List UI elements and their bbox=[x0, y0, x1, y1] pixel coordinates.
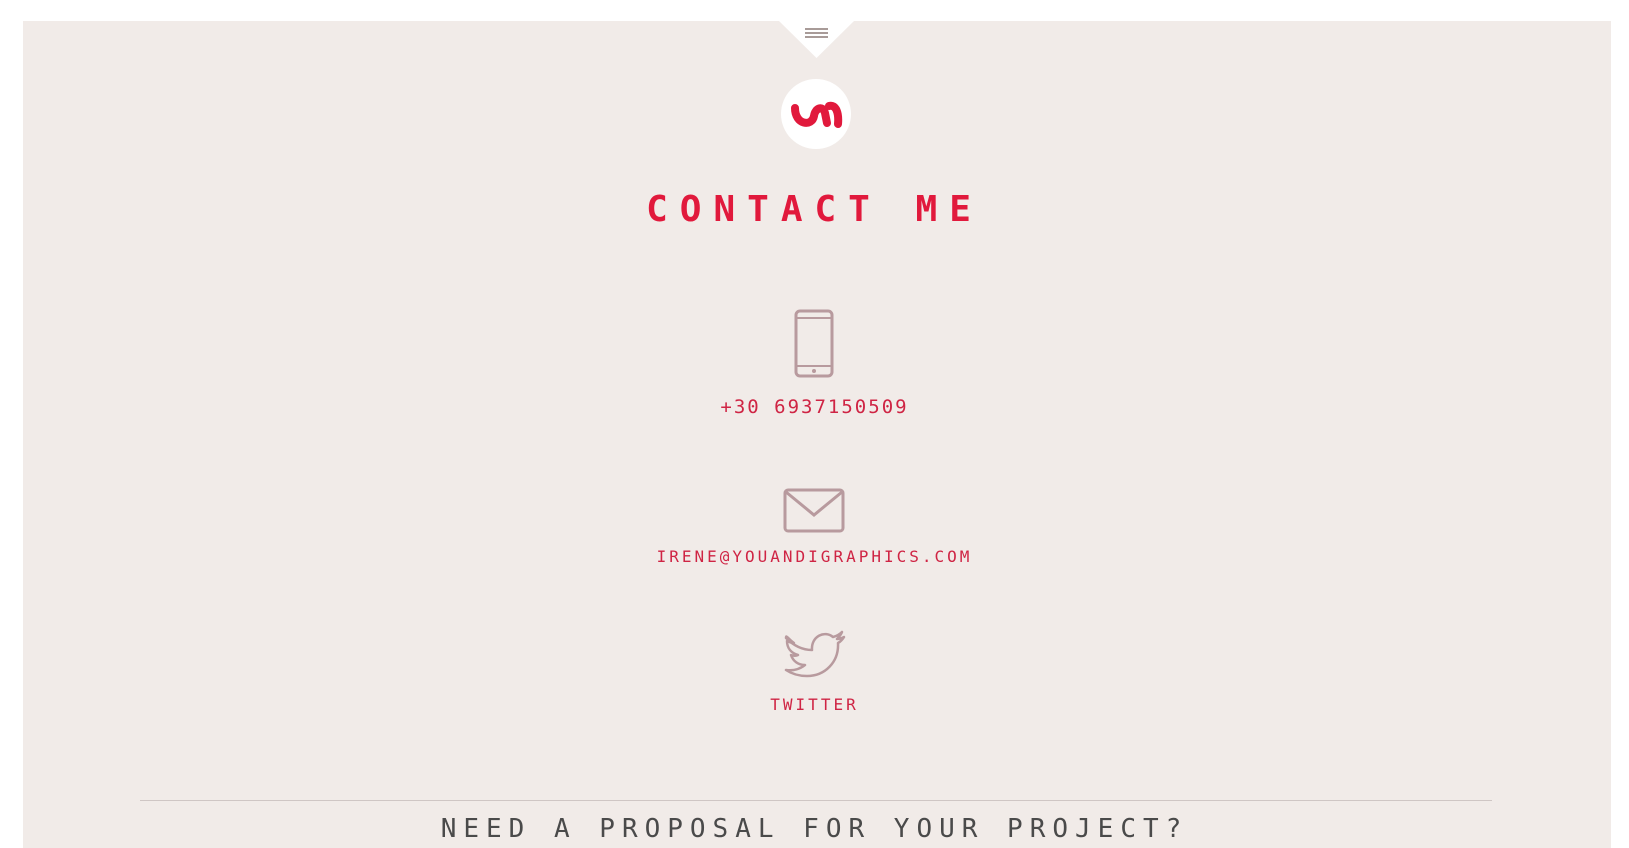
smartphone-icon bbox=[764, 309, 864, 378]
email-link[interactable]: IRENE@YOUANDIGRAPHICS.COM bbox=[0, 547, 1629, 566]
section-divider bbox=[140, 800, 1492, 801]
menu-toggle-button[interactable] bbox=[779, 21, 854, 58]
envelope-icon bbox=[764, 488, 864, 533]
page-title: CONTACT ME bbox=[646, 189, 983, 230]
twitter-bird-icon bbox=[764, 624, 864, 680]
phone-link[interactable]: +30 6937150509 bbox=[0, 396, 1629, 418]
brand-logo[interactable] bbox=[781, 79, 851, 149]
brand-logo-icon bbox=[791, 101, 843, 128]
twitter-link[interactable]: TWITTER bbox=[0, 695, 1629, 714]
proposal-heading: NEED A PROPOSAL FOR YOUR PROJECT? bbox=[440, 814, 1189, 844]
